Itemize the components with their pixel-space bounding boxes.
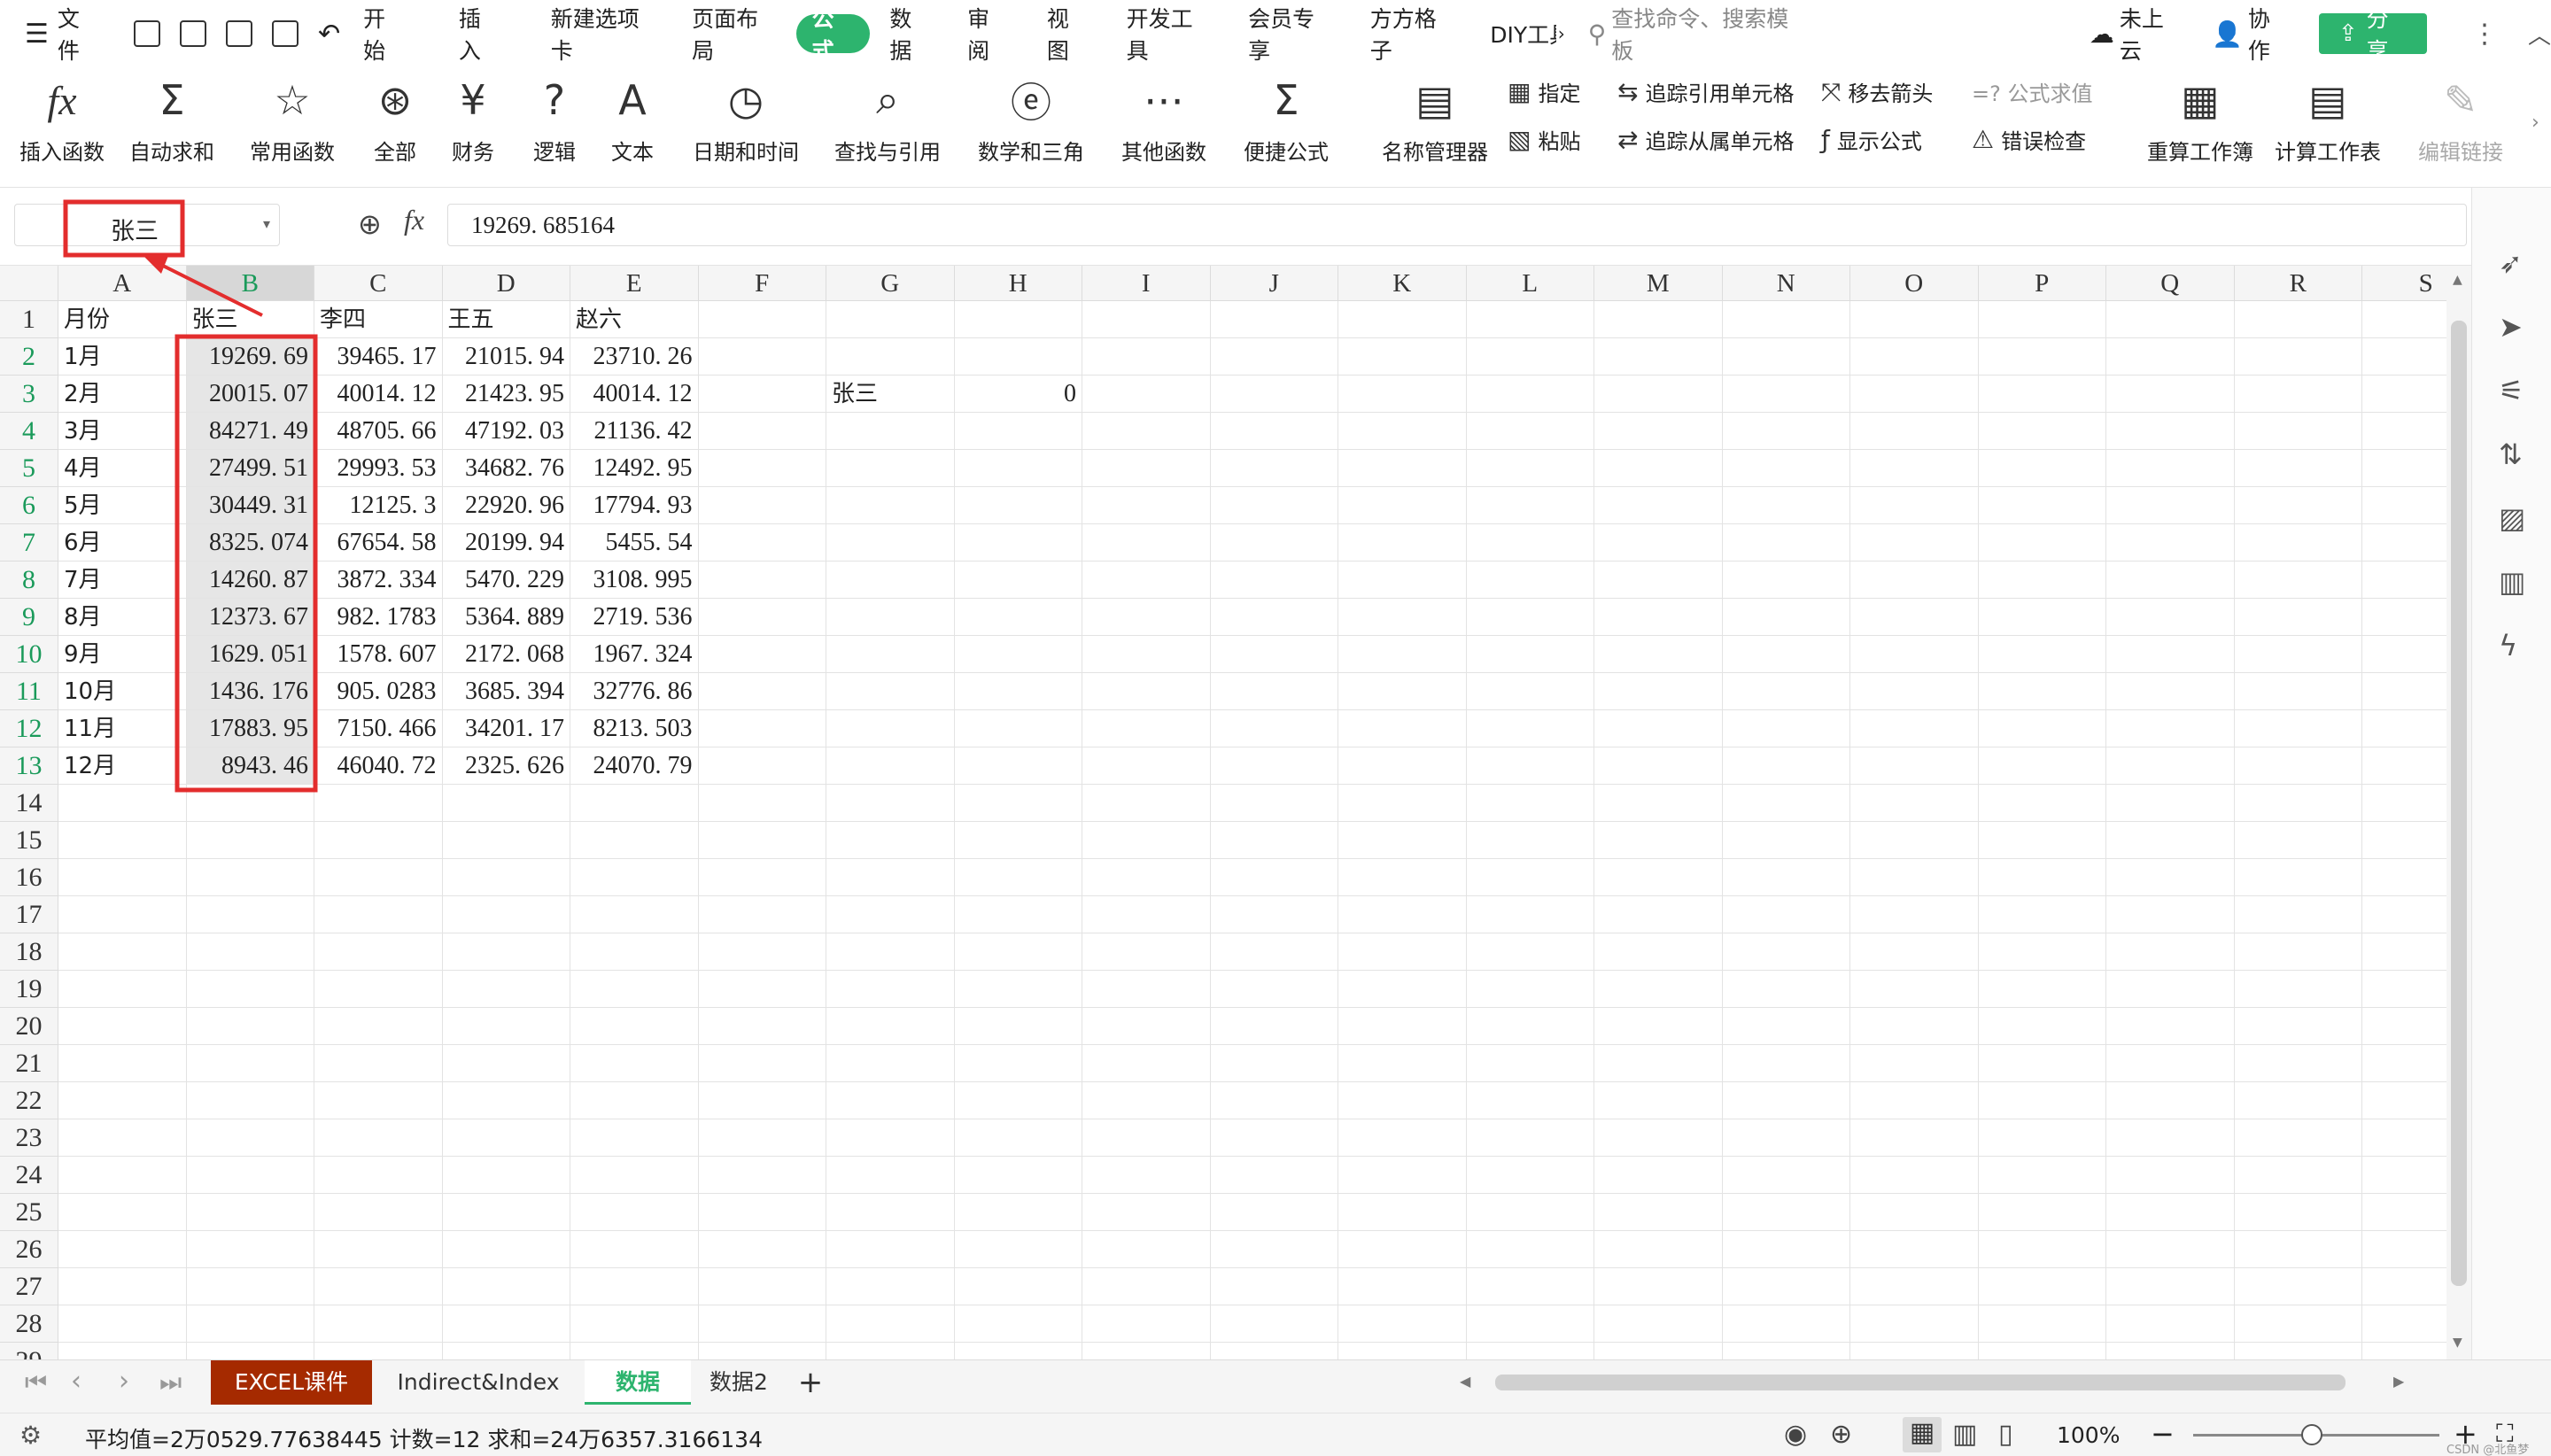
annotation-arrowhead: [143, 256, 168, 274]
sheet-tab-data2[interactable]: 数据2: [696, 1360, 781, 1405]
right-side-panel: ➶ ➤ ⚟ ⇅ ▨ ▥ ϟ ⋯: [2471, 188, 2551, 1380]
first-sheet-icon[interactable]: ⏮: [25, 1367, 47, 1398]
cross-icon[interactable]: ⊕: [1830, 1419, 1852, 1450]
last-sheet-icon[interactable]: ⏭: [159, 1367, 182, 1398]
bolt-icon[interactable]: ϟ: [2499, 629, 2517, 662]
transform-icon[interactable]: ⇅: [2499, 438, 2523, 471]
eye-icon[interactable]: ◉: [1784, 1419, 1807, 1450]
rocket-icon[interactable]: ➶: [2499, 246, 2523, 280]
book-search-icon[interactable]: ▥: [2499, 565, 2525, 599]
image-icon[interactable]: ▨: [2499, 501, 2525, 535]
selection-summary[interactable]: 平均值=2万0529.77638445 计数=12 求和=24万6357.316…: [85, 1422, 763, 1454]
sheet-tab-bar: ⏮ ‹ › ⏭ EXCEL课件 Indirect&Index 数据 数据2 + …: [0, 1359, 2551, 1413]
horizontal-scroll-thumb[interactable]: [1495, 1375, 2346, 1390]
watermark: CSDN @北鱼梦: [2446, 1444, 2530, 1456]
macro-record-icon[interactable]: ⚙: [19, 1421, 42, 1450]
scroll-right-icon[interactable]: ▶: [2393, 1373, 2404, 1390]
reading-view-icon[interactable]: ▯: [1998, 1419, 2013, 1450]
status-bar: ⚙ 平均值=2万0529.77638445 计数=12 求和=24万6357.3…: [0, 1413, 2551, 1456]
sheet-tab-data[interactable]: 数据: [585, 1360, 691, 1405]
zoom-out-icon[interactable]: −: [2151, 1417, 2175, 1451]
page-layout-view-icon[interactable]: ▥: [1952, 1419, 1977, 1450]
annotation-arrow-line: [159, 262, 263, 317]
horizontal-scrollbar[interactable]: ◀ ▶: [1437, 1369, 2411, 1396]
zoom-level[interactable]: 100%: [2057, 1422, 2120, 1448]
pointer-icon[interactable]: ➤: [2499, 310, 2523, 344]
annotation-overlay: [63, 199, 318, 793]
spreadsheet-app: ☰ 文件 ↶ 开始 插入 新建选项卡 页面布局 公式 数据 审阅 视图 开发工具 …: [0, 0, 2551, 1456]
sliders-icon[interactable]: ⚟: [2499, 374, 2524, 407]
sheet-tab-indirect[interactable]: Indirect&Index: [381, 1360, 576, 1405]
sheet-tab-excel[interactable]: EXCEL课件: [211, 1360, 372, 1405]
normal-view-icon[interactable]: ▦: [1903, 1417, 1942, 1452]
next-sheet-icon[interactable]: ›: [119, 1366, 129, 1397]
column-b-highlight: [174, 334, 318, 793]
add-sheet-icon[interactable]: +: [788, 1360, 833, 1405]
namebox-highlight: [63, 199, 185, 258]
zoom-slider-handle[interactable]: [2301, 1424, 2322, 1445]
scroll-left-icon[interactable]: ◀: [1460, 1373, 1470, 1390]
prev-sheet-icon[interactable]: ‹: [71, 1366, 81, 1397]
